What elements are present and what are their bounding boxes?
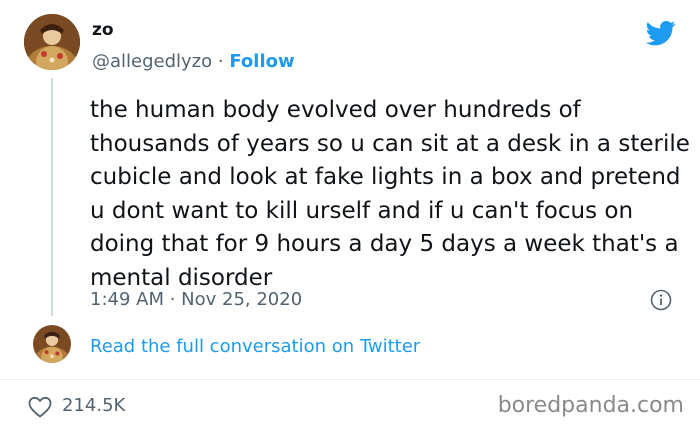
thread-line — [51, 78, 53, 316]
watermark: boredpanda.com — [497, 393, 684, 418]
author-avatar[interactable] — [24, 14, 80, 70]
twitter-bird-icon[interactable] — [645, 18, 676, 48]
tweet-timestamp[interactable]: 1:49 AM · Nov 25, 2020 — [90, 289, 302, 310]
author-handle[interactable]: @allegedlyzo — [92, 51, 212, 72]
read-full-conversation-link[interactable]: Read the full conversation on Twitter — [90, 336, 420, 357]
tweet-card: zo @allegedlyzo · Follow the human body … — [0, 0, 700, 431]
heart-icon[interactable] — [28, 396, 52, 418]
info-icon[interactable] — [650, 289, 672, 311]
author-handle-row: @allegedlyzo · Follow — [92, 51, 295, 72]
divider — [0, 379, 700, 380]
like-count: 214.5K — [62, 395, 126, 416]
tweet-text: the human body evolved over hundreds of … — [90, 97, 690, 291]
reply-avatar[interactable] — [33, 325, 71, 363]
follow-button[interactable]: Follow — [229, 51, 294, 72]
handle-separator: · — [217, 51, 224, 72]
author-name[interactable]: zo — [92, 20, 114, 40]
